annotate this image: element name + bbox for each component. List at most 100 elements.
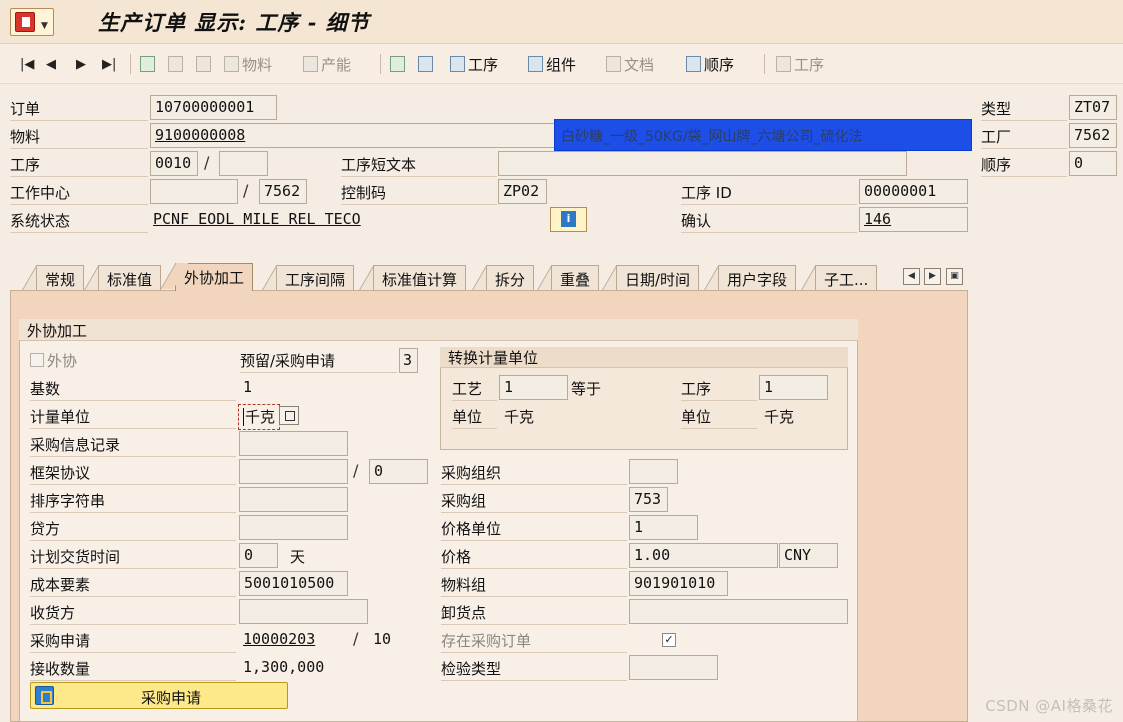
- calendar-button[interactable]: [168, 53, 183, 75]
- work-center-field[interactable]: [150, 179, 238, 204]
- type-label: 类型: [981, 100, 1012, 118]
- vendor-field[interactable]: [239, 515, 348, 540]
- price-field[interactable]: 1.00: [629, 543, 778, 568]
- print-button[interactable]: [418, 53, 433, 75]
- application-toolbar: |◀ ◀ ▶ ▶| 物料 产能 工序 组件 文档 顺序 工序: [0, 44, 1123, 84]
- checkmark-icon: ✓: [664, 633, 674, 646]
- control-key-field[interactable]: ZP02: [498, 179, 547, 204]
- delivery-time-field[interactable]: 0: [239, 543, 278, 568]
- currency-field[interactable]: CNY: [779, 543, 838, 568]
- purchase-requisition-button[interactable]: 采购申请: [30, 682, 288, 709]
- material-description: 白砂糖_一级_50KG/袋_网山牌_六塘公司_硫化法: [554, 119, 972, 151]
- last-icon: ▶|: [102, 56, 117, 72]
- info-record-field[interactable]: [239, 431, 348, 456]
- toolbar-separator: [130, 54, 131, 74]
- material-group-field[interactable]: 901901010: [629, 571, 728, 596]
- sequence-field[interactable]: 0: [1069, 151, 1117, 176]
- tab-sub-operations[interactable]: 子工...: [815, 265, 878, 291]
- document-button-label: 文档: [624, 55, 655, 74]
- next-icon: ▶: [76, 56, 86, 72]
- unit-field[interactable]: 千克: [245, 406, 275, 427]
- purchase-req-value[interactable]: 10000203: [243, 630, 315, 648]
- control-key-label: 控制码: [341, 184, 387, 202]
- routing-qty-field[interactable]: 1: [499, 375, 568, 400]
- operation-qty-field[interactable]: 1: [759, 375, 828, 400]
- confirmation-field[interactable]: 146: [859, 207, 968, 232]
- label-underline: [441, 540, 627, 541]
- purchase-requisition-icon: [35, 686, 54, 705]
- base-qty-label: 基数: [30, 380, 61, 398]
- po-exists-checkbox[interactable]: ✓: [662, 633, 676, 647]
- capacity-icon: [303, 56, 318, 72]
- chevron-right-icon: ▶: [929, 271, 936, 281]
- outline-agreement-field[interactable]: [239, 459, 348, 484]
- suboperation-field[interactable]: [219, 151, 268, 176]
- previous-record-button[interactable]: ◀: [46, 53, 56, 75]
- operation-button-label: 工序: [468, 55, 499, 74]
- tab-standard-values[interactable]: 标准值: [98, 265, 162, 291]
- operation2-button[interactable]: 工序: [776, 53, 824, 75]
- label-underline: [30, 596, 236, 597]
- tab-scroll-left-button[interactable]: ◀: [903, 268, 920, 285]
- cost-element-field[interactable]: 5001010500: [239, 571, 348, 596]
- purch-org-label: 采购组织: [441, 464, 502, 482]
- tab-scroll-right-button[interactable]: ▶: [924, 268, 941, 285]
- sort-string-field[interactable]: [239, 487, 348, 512]
- type-field[interactable]: ZT07: [1069, 95, 1117, 120]
- hierarchy-button[interactable]: [390, 53, 405, 75]
- material-field[interactable]: 9100000008: [150, 123, 555, 148]
- operation-id-field[interactable]: 00000001: [859, 179, 968, 204]
- unit-value-help-button[interactable]: [279, 406, 299, 425]
- unloading-point-field[interactable]: [629, 599, 848, 624]
- sequence-button[interactable]: 顺序: [686, 53, 734, 75]
- reservation-field[interactable]: 3: [399, 348, 418, 373]
- app-menu-button[interactable]: ▼: [10, 8, 54, 36]
- first-record-button[interactable]: |◀: [20, 53, 34, 75]
- recipient-field[interactable]: [239, 599, 368, 624]
- external-checkbox[interactable]: [30, 353, 44, 367]
- next-record-button[interactable]: ▶: [76, 53, 86, 75]
- purchase-req-label: 采购申请: [30, 632, 91, 650]
- op-short-text-field[interactable]: [498, 151, 907, 176]
- printer-icon: [418, 56, 433, 72]
- outline-item-field[interactable]: 0: [369, 459, 428, 484]
- purch-group-field[interactable]: 753: [629, 487, 668, 512]
- operation2-button-label: 工序: [794, 55, 825, 74]
- tab-external-processing[interactable]: 外协加工: [175, 263, 254, 291]
- tab-splitting[interactable]: 拆分: [486, 265, 535, 291]
- operation-field[interactable]: 0010: [150, 151, 198, 176]
- work-center-plant-field[interactable]: 7562: [259, 179, 307, 204]
- component-button[interactable]: 组件: [528, 53, 576, 75]
- title-bar: ▼ 生产订单 显示: 工序 - 细节: [0, 0, 1123, 44]
- operation-qty-label: 工序: [681, 380, 712, 398]
- flag-button[interactable]: [140, 53, 155, 75]
- plant-field[interactable]: 7562: [1069, 123, 1117, 148]
- operation-button[interactable]: 工序: [450, 53, 498, 75]
- tab-standard-value-calc[interactable]: 标准值计算: [373, 265, 467, 291]
- unit-conversion-title: 转换计量单位: [440, 347, 848, 368]
- tab-user-fields[interactable]: 用户字段: [718, 265, 797, 291]
- inspection-type-field[interactable]: [629, 655, 718, 680]
- label-underline: [441, 484, 627, 485]
- document-icon: [606, 56, 621, 72]
- tab-general[interactable]: 常规: [36, 265, 85, 291]
- tab-list-button[interactable]: ▣: [946, 268, 963, 285]
- tab-interoperation-times[interactable]: 工序间隔: [276, 265, 355, 291]
- tab-overlapping[interactable]: 重叠: [551, 265, 600, 291]
- delivery-time-unit: 天: [290, 548, 306, 566]
- order-field[interactable]: 10700000001: [150, 95, 277, 120]
- system-status-value[interactable]: PCNF EODL MILE REL TECO: [153, 210, 361, 228]
- last-record-button[interactable]: ▶|: [102, 53, 116, 75]
- price-unit-field[interactable]: 1: [629, 515, 698, 540]
- calculator-button[interactable]: [196, 53, 211, 75]
- label-underline: [240, 372, 397, 373]
- material-button[interactable]: 物料: [224, 53, 272, 75]
- tab-dates[interactable]: 日期/时间: [616, 265, 700, 291]
- external-label: 外协: [47, 352, 78, 370]
- capacity-button[interactable]: 产能: [303, 53, 351, 75]
- status-info-button[interactable]: i: [550, 207, 587, 232]
- document-button[interactable]: 文档: [606, 53, 654, 75]
- first-icon: |◀: [20, 56, 35, 72]
- purch-org-field[interactable]: [629, 459, 678, 484]
- label-underline: [441, 652, 627, 653]
